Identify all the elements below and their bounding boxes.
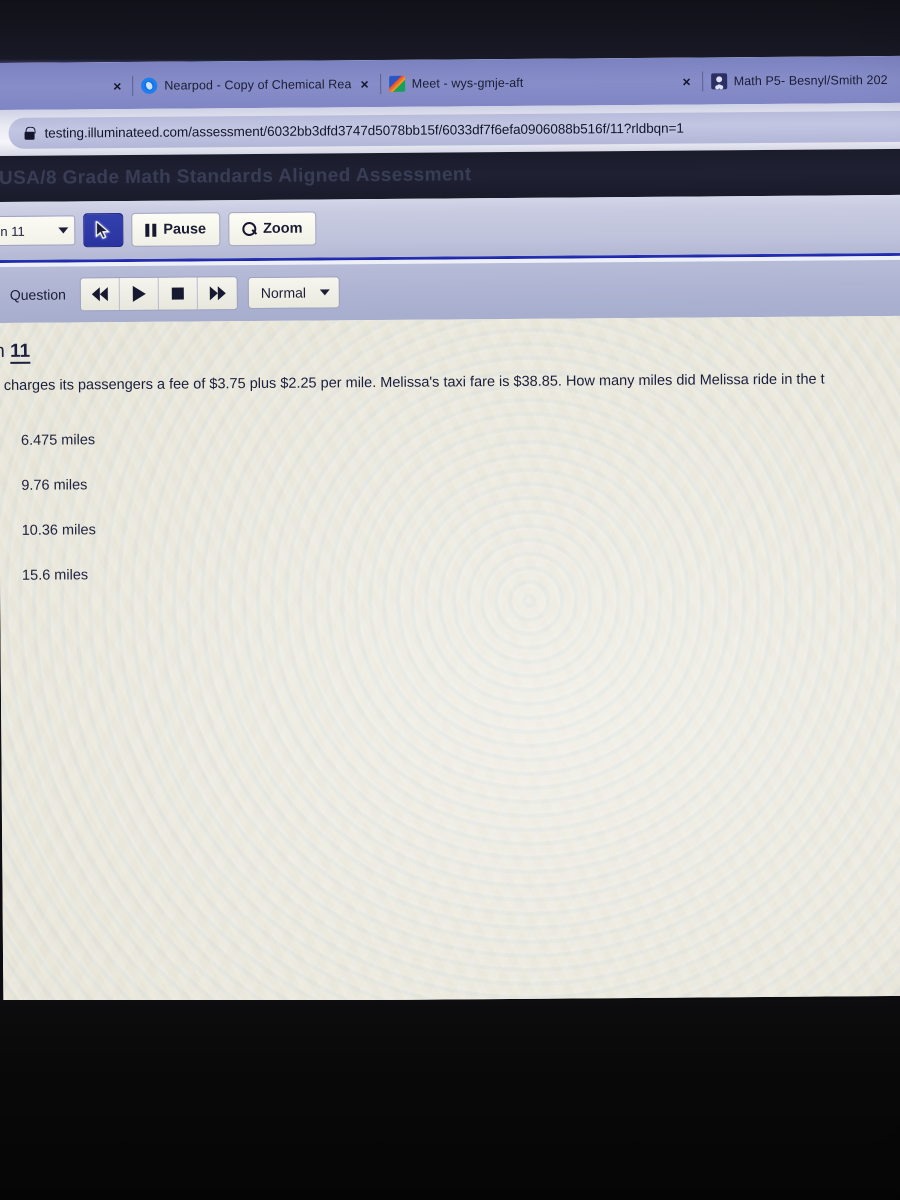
cursor-arrow-icon bbox=[95, 219, 111, 239]
address-bar[interactable]: testing.illuminateed.com/assessment/6032… bbox=[8, 110, 900, 149]
tab-divider bbox=[132, 75, 134, 96]
question-heading: n 11 bbox=[0, 334, 900, 364]
forward-button[interactable] bbox=[198, 277, 237, 309]
stop-button[interactable] bbox=[158, 277, 198, 310]
rewind-icon bbox=[91, 287, 108, 302]
question-number: 11 bbox=[10, 340, 31, 364]
monitor-bezel-bottom bbox=[0, 1000, 900, 1200]
chevron-down-icon bbox=[58, 227, 69, 234]
google-meet-icon bbox=[388, 75, 405, 92]
answer-options-list: 6.475 miles 9.76 miles 10.36 miles 15.6 … bbox=[0, 411, 900, 598]
chevron-down-icon bbox=[319, 289, 331, 296]
zoom-button[interactable]: Zoom bbox=[227, 211, 317, 247]
audio-player-toolbar: Question Normal bbox=[0, 259, 900, 323]
address-bar-url: testing.illuminateed.com/assessment/6032… bbox=[44, 120, 684, 141]
audio-transport-controls bbox=[79, 276, 238, 312]
browser-tab-meet[interactable]: Meet - wys-gmje-aft × bbox=[388, 57, 700, 106]
pointer-tool-button[interactable] bbox=[83, 213, 124, 248]
lock-icon bbox=[24, 126, 34, 139]
tab-title-classroom: Math P5- Besnyl/Smith 202 bbox=[733, 72, 888, 88]
question-select[interactable]: n 11 bbox=[0, 215, 76, 247]
play-button[interactable] bbox=[119, 277, 159, 311]
browser-tab-classroom[interactable]: Math P5- Besnyl/Smith 202 bbox=[710, 56, 888, 104]
playback-speed-value: Normal bbox=[260, 284, 307, 301]
google-classroom-icon bbox=[710, 72, 727, 89]
tab-close-button-2[interactable]: × bbox=[673, 73, 699, 89]
assessment-title-bar: USA/8 Grade Math Standards Aligned Asses… bbox=[0, 148, 900, 202]
monitor-bezel-top bbox=[0, 0, 900, 63]
browser-tab-nearpod[interactable]: Nearpod - Copy of Chemical Rea × bbox=[141, 60, 378, 109]
playback-speed-select[interactable]: Normal bbox=[247, 276, 341, 310]
tab-divider bbox=[701, 70, 703, 91]
tab-title-meet: Meet - wys-gmje-aft bbox=[411, 75, 524, 91]
play-icon bbox=[132, 285, 146, 302]
tab-close-button-0[interactable]: × bbox=[104, 77, 130, 94]
tab-title-nearpod: Nearpod - Copy of Chemical Rea bbox=[164, 76, 352, 93]
search-icon bbox=[242, 222, 256, 236]
pause-button-label: Pause bbox=[163, 221, 207, 238]
zoom-button-label: Zoom bbox=[262, 220, 303, 237]
browser-toolbar: testing.illuminateed.com/assessment/6032… bbox=[0, 102, 900, 156]
pause-button[interactable]: Pause bbox=[131, 212, 221, 247]
question-content-area: n 11 y charges its passengers a fee of $… bbox=[0, 315, 900, 1003]
answer-option-b[interactable]: 9.76 miles bbox=[0, 456, 900, 508]
question-heading-prefix: n bbox=[0, 340, 5, 363]
tab-close-button-1[interactable]: × bbox=[351, 76, 377, 92]
assessment-toolbar: n 11 Pause Zoom bbox=[0, 194, 900, 260]
fast-forward-icon bbox=[209, 286, 226, 301]
answer-option-c[interactable]: 10.36 miles bbox=[0, 501, 900, 553]
audio-player-label: Question bbox=[9, 286, 66, 303]
question-select-value: n 11 bbox=[0, 223, 25, 239]
stop-icon bbox=[171, 287, 184, 300]
pause-icon bbox=[145, 223, 157, 237]
nearpod-icon bbox=[141, 77, 158, 94]
browser-tab-strip: × Nearpod - Copy of Chemical Rea × Meet … bbox=[0, 55, 900, 110]
browser-window: × Nearpod - Copy of Chemical Rea × Meet … bbox=[0, 55, 900, 1003]
page-title: USA/8 Grade Math Standards Aligned Asses… bbox=[0, 164, 472, 189]
answer-option-a[interactable]: 6.475 miles bbox=[0, 411, 900, 463]
answer-option-d[interactable]: 15.6 miles bbox=[0, 546, 900, 598]
question-text: y charges its passengers a fee of $3.75 … bbox=[0, 371, 825, 395]
rewind-button[interactable] bbox=[80, 278, 120, 311]
tab-divider bbox=[379, 73, 381, 94]
photo-of-screen: × Nearpod - Copy of Chemical Rea × Meet … bbox=[0, 0, 900, 1200]
